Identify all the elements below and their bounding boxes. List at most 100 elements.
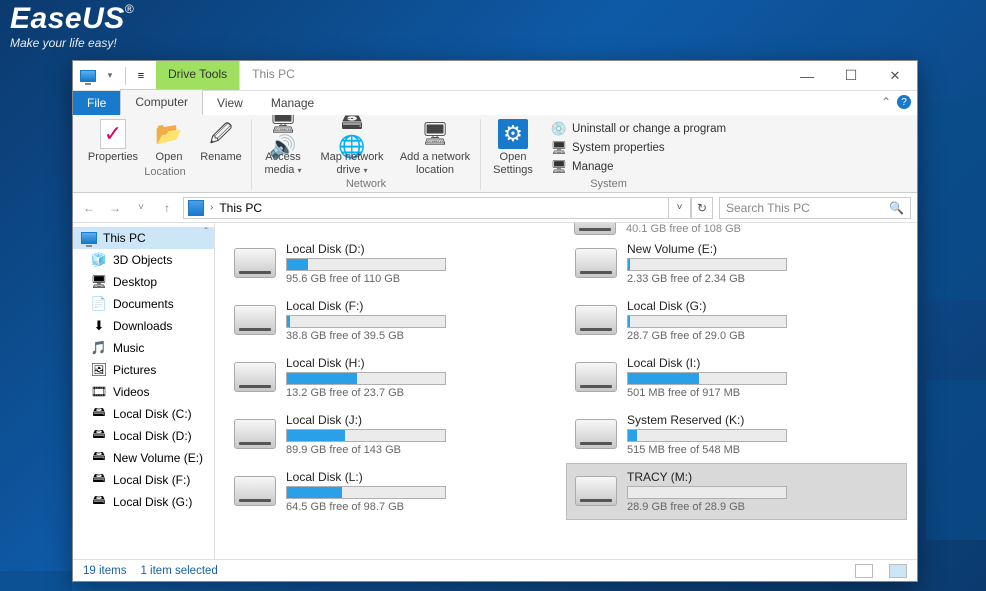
- address-dropdown-button[interactable]: ˅: [669, 197, 691, 219]
- search-placeholder: Search This PC: [726, 201, 810, 215]
- manage-button[interactable]: 🖥 Manage: [551, 159, 726, 175]
- nav-item-icon: 🖴: [91, 428, 107, 444]
- tab-computer[interactable]: Computer: [120, 89, 203, 115]
- drive-item[interactable]: TRACY (M:)28.9 GB free of 28.9 GB: [566, 463, 907, 520]
- nav-item-label: Music: [113, 341, 144, 355]
- nav-item-label: New Volume (E:): [113, 451, 203, 465]
- drive-item[interactable]: Local Disk (G:)28.7 GB free of 29.0 GB: [566, 292, 907, 349]
- address-field[interactable]: › This PC: [183, 197, 669, 219]
- nav-item[interactable]: ⬇Downloads: [73, 315, 214, 337]
- thumbnails-view-button[interactable]: [889, 564, 907, 578]
- nav-item[interactable]: 🖴Local Disk (D:): [73, 425, 214, 447]
- drive-usage-bar: [627, 258, 787, 271]
- pc-icon: [79, 67, 97, 85]
- details-view-button[interactable]: [855, 564, 873, 578]
- context-tab-drive-tools[interactable]: Drive Tools: [156, 61, 240, 90]
- chevron-down-icon: ▾: [298, 166, 302, 175]
- nav-item[interactable]: 🖴 Local Disk (F:): [73, 469, 214, 491]
- nav-item-label: Desktop: [113, 275, 157, 289]
- nav-item-label: Downloads: [113, 319, 172, 333]
- nav-item-label: Local Disk (F:): [113, 473, 190, 487]
- uninstall-icon: 💿: [551, 121, 567, 137]
- window-title: This PC: [240, 61, 785, 90]
- open-settings-button[interactable]: ⚙ Open Settings: [487, 119, 539, 176]
- nav-item[interactable]: 🖴New Volume (E:): [73, 447, 214, 469]
- tab-file[interactable]: File: [73, 91, 120, 115]
- drive-icon: [575, 419, 617, 449]
- collapse-ribbon-icon[interactable]: ⌃: [881, 95, 891, 109]
- nav-item[interactable]: 🖼Pictures: [73, 359, 214, 381]
- breadcrumb-this-pc[interactable]: This PC: [219, 201, 262, 215]
- drive-name: Local Disk (F:): [286, 299, 557, 315]
- close-button[interactable]: ✕: [873, 61, 917, 90]
- search-input[interactable]: Search This PC 🔍: [719, 197, 911, 219]
- uninstall-program-button[interactable]: 💿 Uninstall or change a program: [551, 121, 726, 137]
- refresh-button[interactable]: ↻: [691, 197, 713, 219]
- explorer-window: ▾ ≡ Drive Tools This PC — ☐ ✕ File Compu…: [72, 60, 918, 582]
- pc-icon: [188, 200, 204, 216]
- breadcrumb-chevron-icon[interactable]: ›: [210, 202, 213, 213]
- drive-icon: [234, 362, 276, 392]
- system-properties-button[interactable]: 🖥 System properties: [551, 140, 726, 156]
- up-button[interactable]: ↑: [157, 198, 177, 218]
- nav-item[interactable]: 🎵Music: [73, 337, 214, 359]
- drive-usage-bar: [627, 372, 787, 385]
- group-label-location: Location: [144, 164, 186, 178]
- tab-manage[interactable]: Manage: [257, 91, 328, 115]
- map-network-drive-button[interactable]: 🖴🌐 Map network drive ▾: [316, 119, 388, 176]
- qat-dropdown-icon[interactable]: ▾: [101, 67, 119, 85]
- ribbon-group-network: 🖥🔊 Access media ▾ 🖴🌐 Map network drive ▾…: [251, 119, 480, 190]
- nav-item-label: Local Disk (C:): [113, 407, 192, 421]
- drive-free-text: 2.33 GB free of 2.34 GB: [627, 273, 898, 285]
- drive-usage-bar: [286, 372, 446, 385]
- properties-button[interactable]: ✓ Properties: [85, 119, 141, 164]
- group-label-system: System: [590, 176, 627, 190]
- help-icon[interactable]: ?: [897, 95, 911, 109]
- drive-item[interactable]: Local Disk (F:)38.8 GB free of 39.5 GB: [225, 292, 566, 349]
- nav-item-label: Pictures: [113, 363, 156, 377]
- drive-usage-bar: [286, 429, 446, 442]
- nav-item[interactable]: 🖴Local Disk (G:): [73, 491, 214, 513]
- nav-item[interactable]: 🖴Local Disk (C:): [73, 403, 214, 425]
- nav-item[interactable]: 🖥Desktop: [73, 271, 214, 293]
- status-item-count: 19 items: [83, 565, 126, 577]
- open-button[interactable]: 📂 Open: [149, 119, 189, 164]
- nav-item[interactable]: 🎞Videos: [73, 381, 214, 403]
- forward-button[interactable]: →: [105, 198, 125, 218]
- nav-item[interactable]: 📄Documents: [73, 293, 214, 315]
- drive-free-text: 89.9 GB free of 143 GB: [286, 444, 557, 456]
- recent-locations-button[interactable]: ˅: [131, 198, 151, 218]
- drive-item[interactable]: New Volume (E:)2.33 GB free of 2.34 GB: [566, 235, 907, 292]
- drive-item[interactable]: System Reserved (K:)515 MB free of 548 M…: [566, 406, 907, 463]
- nav-this-pc[interactable]: This PC: [73, 227, 214, 249]
- add-network-location-button[interactable]: 🖥 Add a network location: [396, 119, 474, 176]
- maximize-button[interactable]: ☐: [829, 61, 873, 90]
- settings-gear-icon: ⚙: [498, 119, 528, 149]
- drive-item[interactable]: Local Disk (J:)89.9 GB free of 143 GB: [225, 406, 566, 463]
- quick-access-toolbar: ▾ ≡: [73, 61, 156, 90]
- rename-button[interactable]: 🖉 Rename: [197, 119, 245, 164]
- navigation-pane[interactable]: ˆ This PC 🧊3D Objects🖥Desktop📄Documents⬇…: [73, 223, 215, 559]
- drive-item[interactable]: Local Disk (H:)13.2 GB free of 23.7 GB: [225, 349, 566, 406]
- open-folder-icon: 📂: [154, 119, 184, 149]
- qat-overflow-icon[interactable]: ≡: [132, 67, 150, 85]
- nav-item-icon: 📄: [91, 296, 107, 312]
- ribbon-tab-strip: File Computer View Manage ⌃ ?: [73, 91, 917, 115]
- content-pane[interactable]: 40.1 GB free of 108 GB Local Disk (D:)95…: [215, 223, 917, 559]
- drive-item[interactable]: Local Disk (D:)95.6 GB free of 110 GB: [225, 235, 566, 292]
- drive-name: Local Disk (D:): [286, 242, 557, 258]
- drive-item[interactable]: Local Disk (L:)64.5 GB free of 98.7 GB: [225, 463, 566, 520]
- drive-free-text: 28.7 GB free of 29.0 GB: [627, 330, 898, 342]
- scroll-up-icon[interactable]: ˆ: [200, 227, 212, 238]
- access-media-button[interactable]: 🖥🔊 Access media ▾: [258, 119, 308, 176]
- drive-free-text: 13.2 GB free of 23.7 GB: [286, 387, 557, 399]
- drive-icon: [234, 476, 276, 506]
- nav-item-label: 3D Objects: [113, 253, 172, 267]
- nav-item-icon: 🖴: [91, 472, 107, 488]
- address-bar: ← → ˅ ↑ › This PC ˅ ↻ Search This PC 🔍: [73, 193, 917, 223]
- tab-view[interactable]: View: [203, 91, 257, 115]
- minimize-button[interactable]: —: [785, 61, 829, 90]
- back-button[interactable]: ←: [79, 198, 99, 218]
- drive-item[interactable]: Local Disk (I:)501 MB free of 917 MB: [566, 349, 907, 406]
- nav-item[interactable]: 🧊3D Objects: [73, 249, 214, 271]
